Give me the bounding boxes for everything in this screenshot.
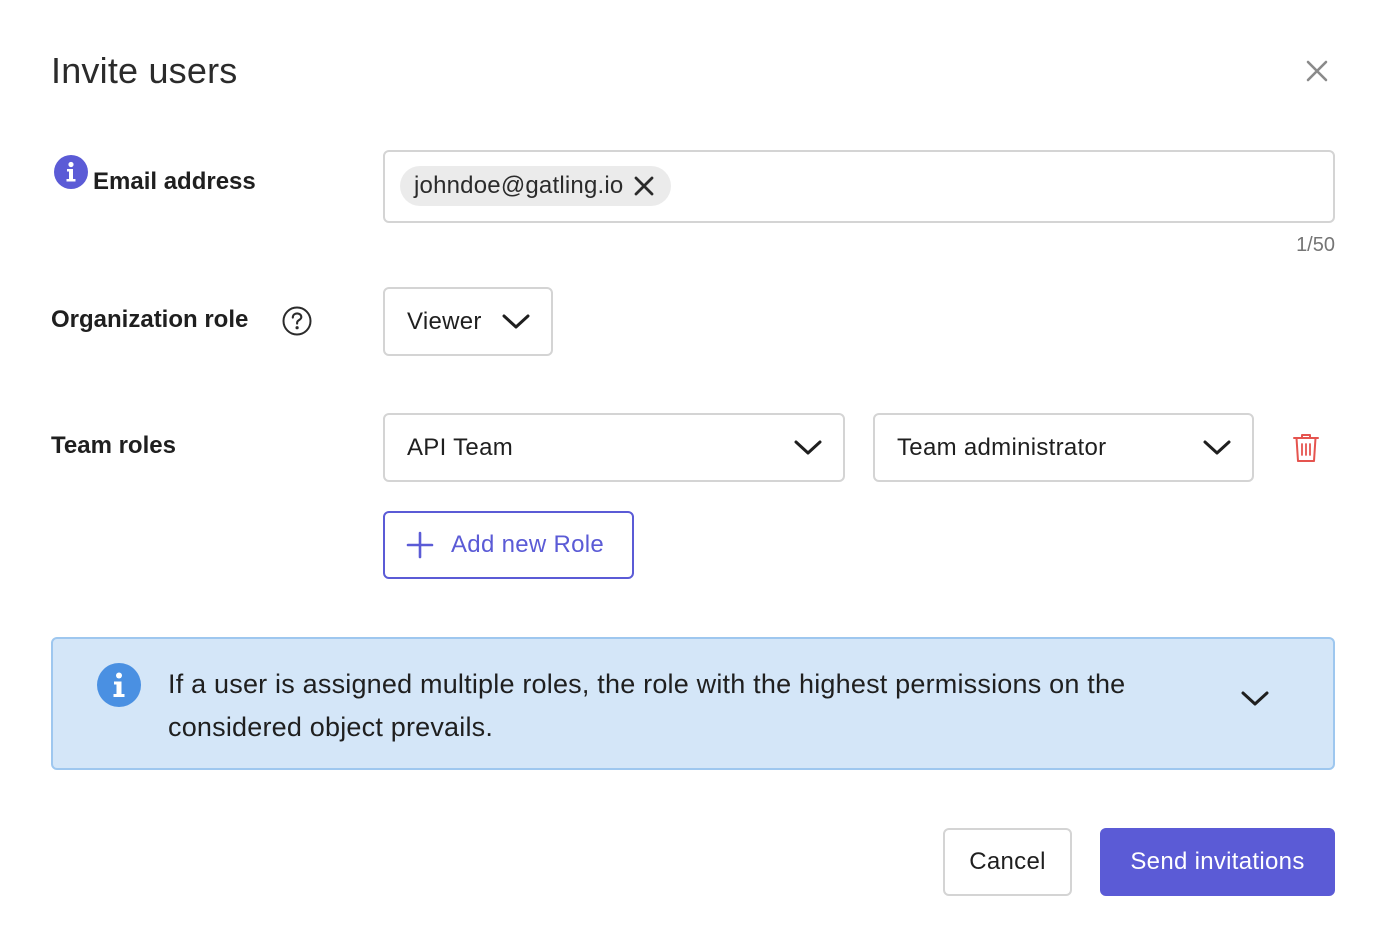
- notice-expand-toggle[interactable]: [1237, 681, 1273, 717]
- cancel-button[interactable]: Cancel: [943, 828, 1072, 896]
- trash-icon: [1293, 434, 1319, 462]
- close-button[interactable]: [1298, 52, 1336, 90]
- delete-team-role-button[interactable]: [1288, 430, 1324, 466]
- organization-role-value: Viewer: [407, 307, 482, 335]
- email-address-label: Email address: [93, 168, 256, 195]
- roles-info-notice: If a user is assigned multiple roles, th…: [51, 637, 1335, 770]
- info-icon: [97, 663, 141, 707]
- organization-role-select[interactable]: Viewer: [383, 287, 553, 356]
- email-chip-text: johndoe@gatling.io: [414, 172, 624, 199]
- add-new-role-button[interactable]: Add new Role: [383, 511, 634, 579]
- send-invitations-button[interactable]: Send invitations: [1100, 828, 1335, 896]
- team-select[interactable]: API Team: [383, 413, 845, 482]
- chevron-down-icon: [1241, 691, 1269, 706]
- email-chip: johndoe@gatling.io: [400, 166, 672, 206]
- dialog-title: Invite users: [51, 50, 238, 91]
- chevron-down-icon: [794, 440, 822, 454]
- notice-text: If a user is assigned multiple roles, th…: [168, 669, 1126, 742]
- team-roles-label: Team roles: [51, 432, 176, 459]
- team-select-value: API Team: [407, 433, 514, 461]
- team-role-value: Team administrator: [897, 433, 1107, 461]
- plus-icon: [406, 531, 434, 559]
- email-counter: 1/50: [1296, 234, 1335, 256]
- chevron-down-icon: [502, 314, 530, 328]
- close-icon: [1306, 60, 1328, 82]
- add-new-role-label: Add new Role: [451, 531, 605, 558]
- team-role-select[interactable]: Team administrator: [873, 413, 1254, 482]
- email-input[interactable]: johndoe@gatling.io: [383, 150, 1335, 223]
- close-icon: [635, 176, 654, 196]
- help-icon[interactable]: [281, 305, 313, 337]
- chevron-down-icon: [1203, 440, 1231, 454]
- organization-role-label: Organization role: [51, 306, 249, 333]
- info-icon[interactable]: [54, 155, 88, 189]
- chip-remove-button[interactable]: [631, 173, 657, 199]
